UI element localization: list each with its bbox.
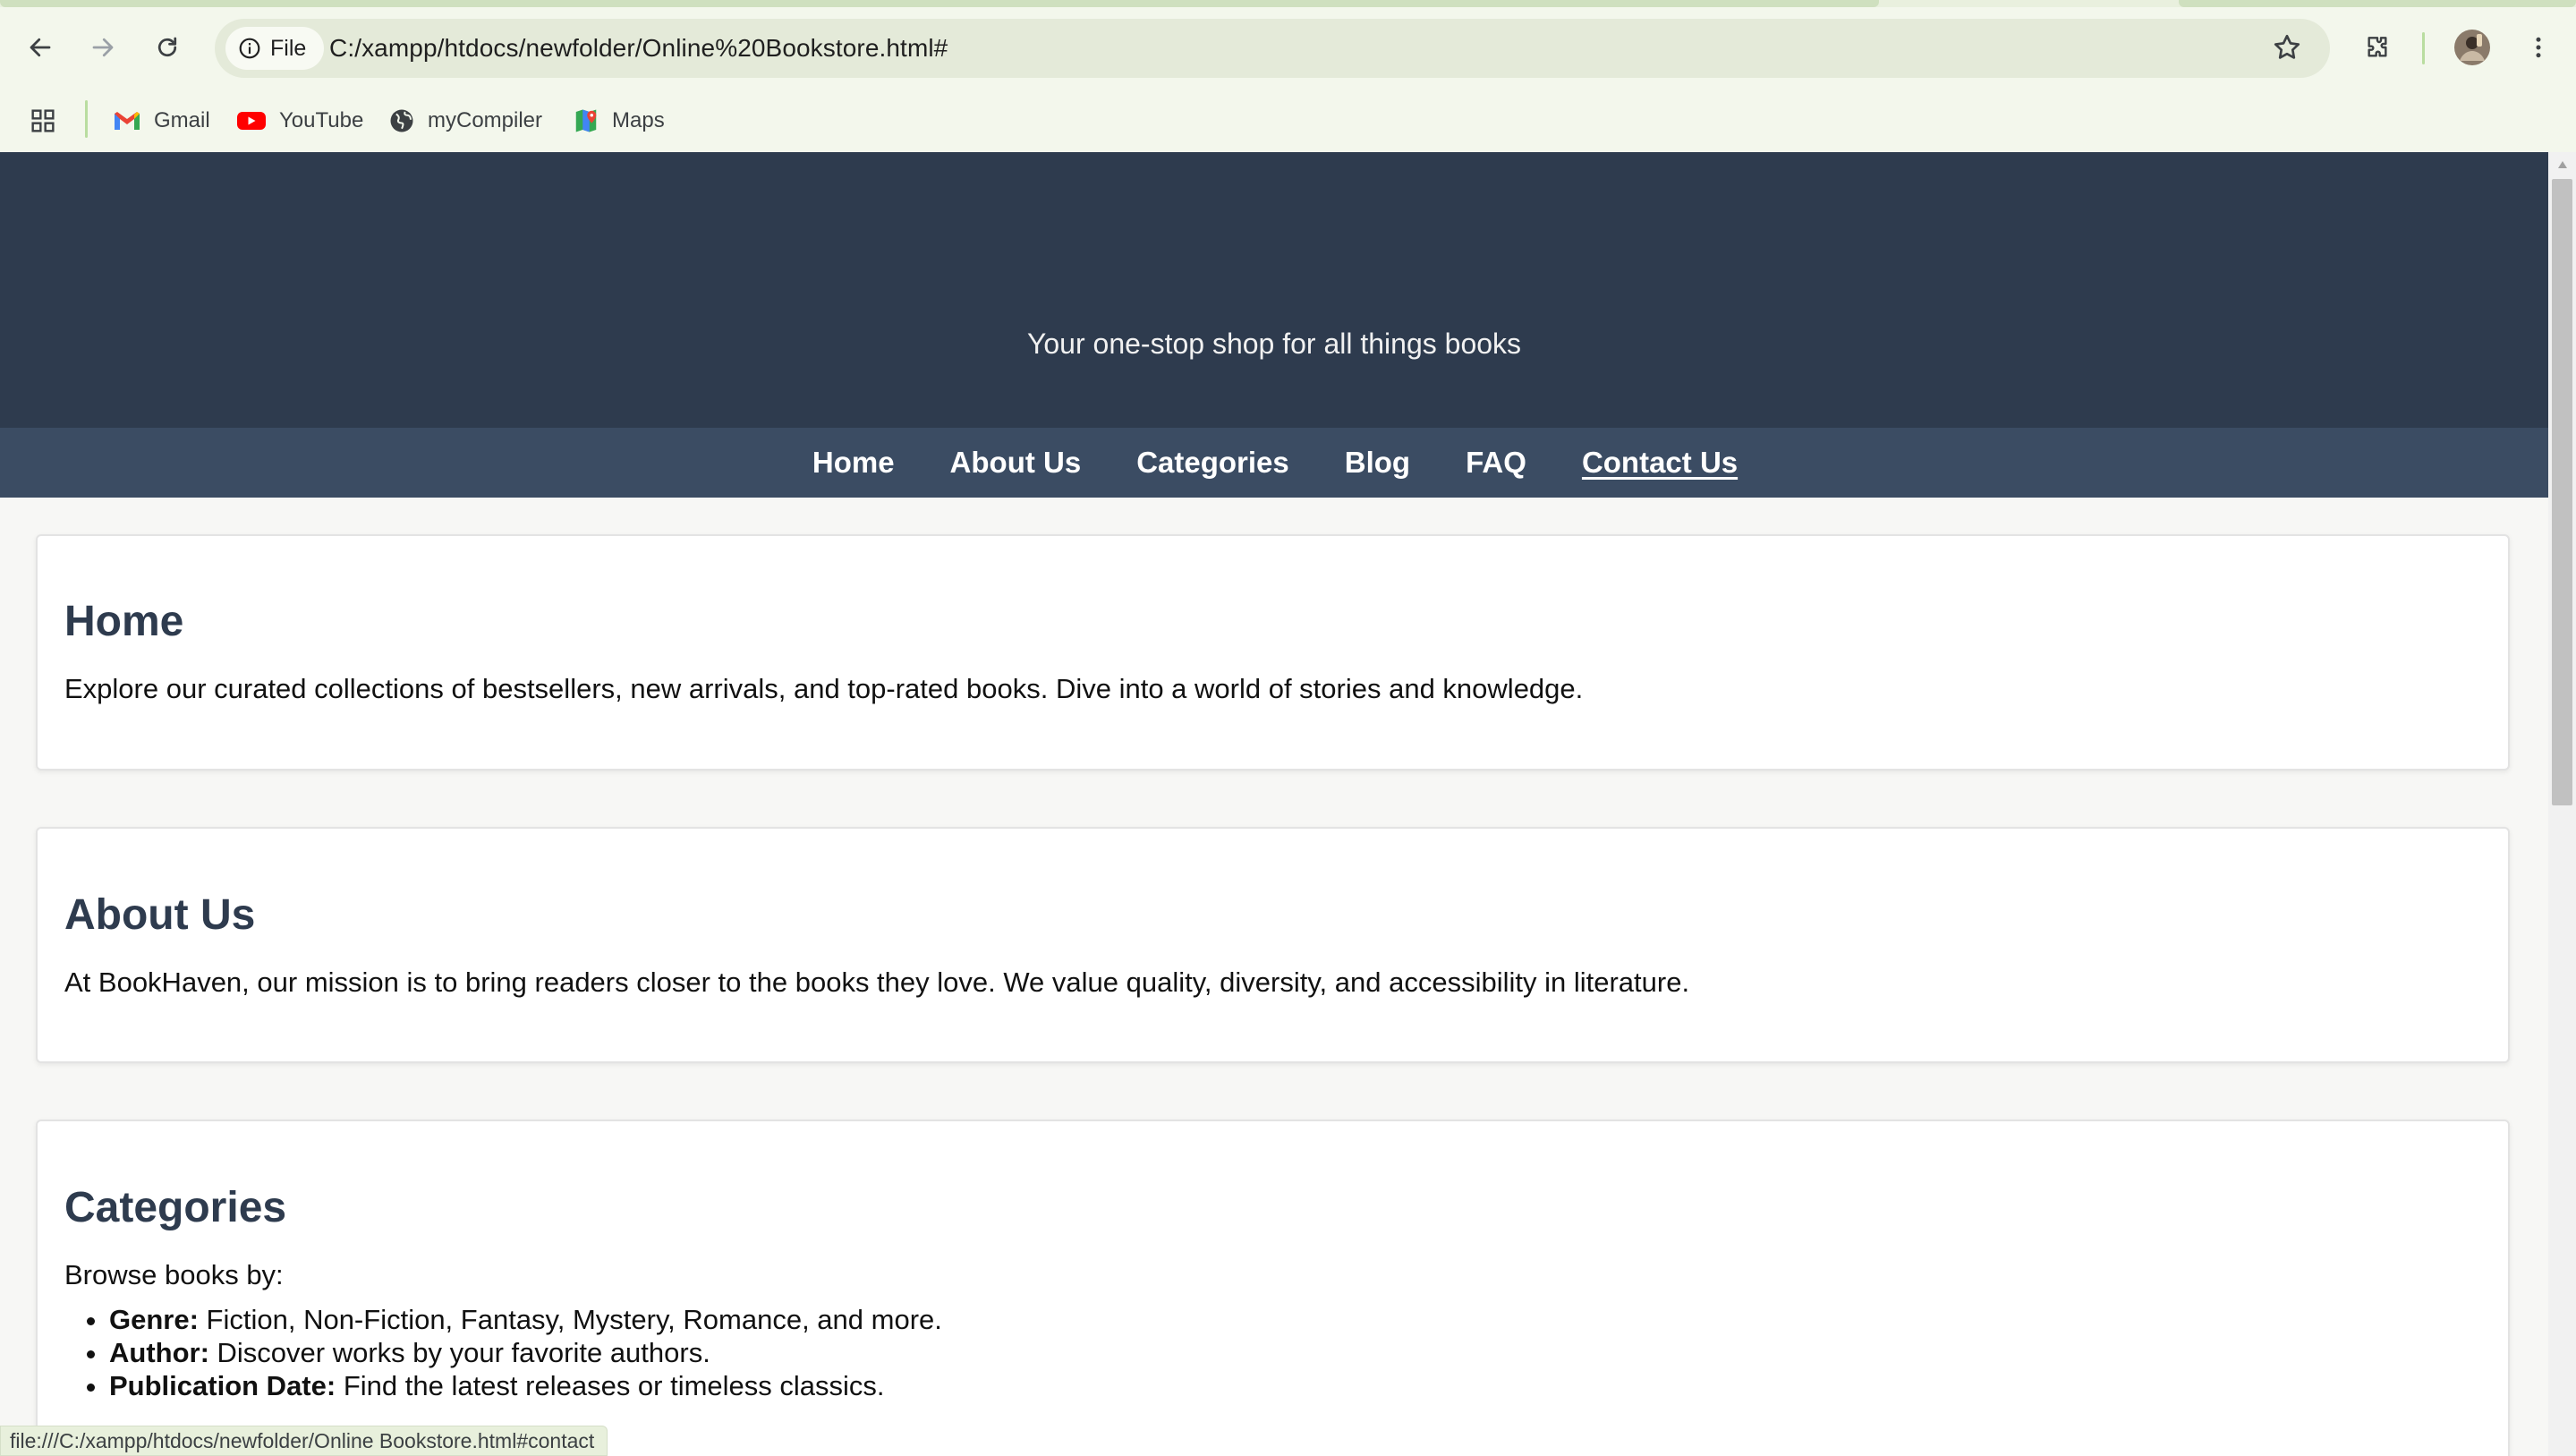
nav-contact-us[interactable]: Contact Us bbox=[1580, 446, 1738, 480]
nav-blog[interactable]: Blog bbox=[1343, 446, 1410, 480]
profile-avatar[interactable] bbox=[2452, 27, 2493, 68]
section-title: Categories bbox=[64, 1184, 287, 1231]
arrow-right-icon bbox=[92, 38, 114, 57]
site-info-label: File bbox=[270, 35, 307, 61]
list-item-desc: Discover works by your favorite authors. bbox=[208, 1337, 710, 1368]
apps-button[interactable] bbox=[29, 101, 57, 140]
about-section: About Us At BookHaven, our mission is to… bbox=[36, 827, 2510, 1063]
youtube-icon bbox=[237, 112, 266, 130]
bookmark-star-button[interactable] bbox=[2271, 31, 2303, 68]
list-item: Publication Date: Find the latest releas… bbox=[109, 1369, 942, 1402]
section-text: Explore our curated collections of bests… bbox=[64, 673, 1584, 704]
puzzle-icon bbox=[2368, 37, 2387, 57]
extensions-button[interactable] bbox=[2357, 27, 2398, 68]
section-title: About Us bbox=[64, 891, 256, 939]
gmail-icon bbox=[115, 112, 140, 130]
nav-home[interactable]: Home bbox=[811, 446, 895, 480]
section-intro: Browse books by: bbox=[64, 1259, 284, 1290]
list-item-desc: Fiction, Non-Fiction, Fantasy, Mystery, … bbox=[198, 1304, 942, 1335]
browser-menu-button[interactable] bbox=[2518, 27, 2559, 68]
list-item-term: Publication Date: bbox=[109, 1370, 336, 1401]
list-item: Genre: Fiction, Non-Fiction, Fantasy, My… bbox=[109, 1303, 942, 1336]
nav-about-us[interactable]: About Us bbox=[948, 446, 1082, 480]
main-nav: Home About Us Categories Blog FAQ Contac… bbox=[0, 428, 2548, 498]
arrow-left-icon bbox=[30, 38, 51, 57]
categories-section: Categories Browse books by: Genre: Ficti… bbox=[36, 1120, 2510, 1456]
list-item: Author: Discover works by your favorite … bbox=[109, 1336, 942, 1369]
site-info-chip[interactable]: File bbox=[225, 27, 325, 70]
site-header: Your one-stop shop for all things books bbox=[0, 152, 2548, 428]
toolbar-divider bbox=[2422, 32, 2425, 64]
reload-icon bbox=[157, 37, 177, 57]
section-title: Home bbox=[64, 598, 184, 645]
bookmark-gmail[interactable]: Gmail bbox=[113, 101, 210, 140]
bookmark-mycompiler[interactable]: myCompiler bbox=[388, 101, 542, 140]
forward-button[interactable] bbox=[82, 27, 123, 68]
globe-icon bbox=[390, 109, 413, 132]
maps-icon bbox=[575, 109, 597, 132]
star-icon bbox=[2274, 34, 2300, 59]
scroll-up-arrow-icon[interactable] bbox=[2556, 159, 2569, 170]
site-tagline: Your one-stop shop for all things books bbox=[1026, 328, 1522, 360]
list-item-desc: Find the latest releases or timeless cla… bbox=[336, 1370, 885, 1401]
scrollbar-thumb[interactable] bbox=[2552, 179, 2572, 805]
bookmark-label: Gmail bbox=[154, 108, 210, 132]
url-text[interactable]: C:/xampp/htdocs/newfolder/Online%20Books… bbox=[329, 19, 948, 78]
status-bar: file:///C:/xampp/htdocs/newfolder/Online… bbox=[0, 1426, 608, 1456]
browser-toolbar: File C:/xampp/htdocs/newfolder/Online%20… bbox=[0, 7, 2576, 89]
nav-categories[interactable]: Categories bbox=[1135, 446, 1289, 480]
bookmark-label: Maps bbox=[612, 108, 665, 132]
home-section: Home Explore our curated collections of … bbox=[36, 534, 2510, 771]
bookmark-youtube[interactable]: YouTube bbox=[236, 101, 363, 140]
page-viewport: Your one-stop shop for all things books … bbox=[0, 152, 2548, 1456]
bookmarks-bar: Gmail YouTube myCompiler Maps bbox=[0, 89, 2576, 152]
bookmarks-divider bbox=[85, 100, 88, 138]
apps-grid-icon bbox=[31, 109, 55, 132]
more-vertical-icon bbox=[2536, 37, 2541, 58]
tab-strip bbox=[0, 0, 2576, 7]
bookmark-label: YouTube bbox=[279, 108, 364, 132]
bookmark-maps[interactable]: Maps bbox=[573, 101, 665, 140]
list-item-term: Genre: bbox=[109, 1304, 199, 1335]
nav-faq[interactable]: FAQ bbox=[1464, 446, 1526, 480]
reload-button[interactable] bbox=[147, 27, 188, 68]
page-scrollbar[interactable] bbox=[2548, 152, 2576, 1456]
category-list: Genre: Fiction, Non-Fiction, Fantasy, My… bbox=[109, 1303, 942, 1402]
section-text: At BookHaven, our mission is to bring re… bbox=[64, 966, 1690, 998]
address-bar[interactable]: File C:/xampp/htdocs/newfolder/Online%20… bbox=[215, 19, 2330, 78]
bookmark-label: myCompiler bbox=[428, 108, 543, 132]
info-icon bbox=[239, 38, 260, 59]
avatar-icon bbox=[2454, 30, 2490, 65]
back-button[interactable] bbox=[20, 27, 61, 68]
list-item-term: Author: bbox=[109, 1337, 209, 1368]
